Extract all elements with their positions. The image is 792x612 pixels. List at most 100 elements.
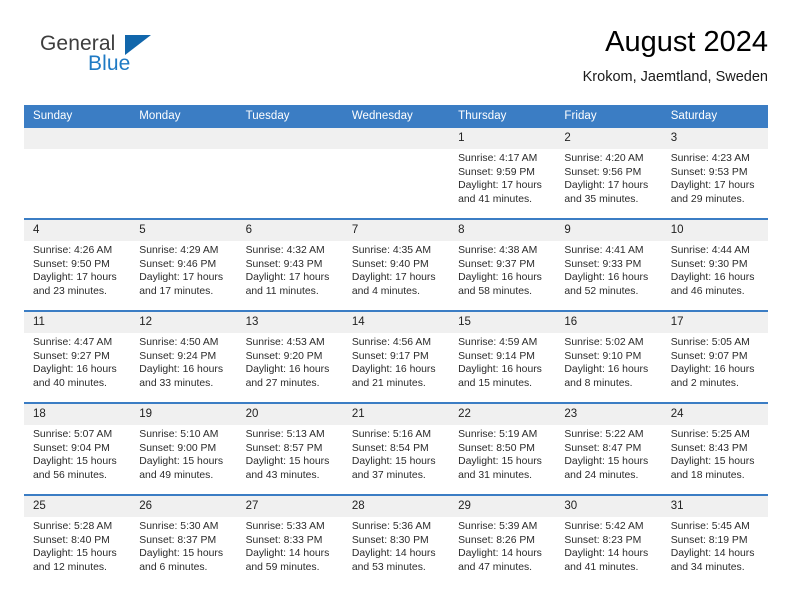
day-events: Sunrise: 4:56 AM Sunset: 9:17 PM Daylight:… <box>343 333 449 402</box>
calendar-day-cell[interactable]: 14 Sunrise: 4:56 AM Sunset: 9:17 PM Dayligh… <box>342 310 450 403</box>
calendar-day-cell[interactable]: 21 Sunrise: 5:16 AM Sunset: 8:54 PM Dayligh… <box>342 402 450 495</box>
sunrise-text: Sunrise: 5:02 AM <box>564 337 644 348</box>
sunrise-text: Sunrise: 5:33 AM <box>245 521 325 532</box>
sunset-text: Sunset: 9:56 PM <box>564 166 642 178</box>
day-events: Sunrise: 4:26 AM Sunset: 9:50 PM Daylight:… <box>24 241 130 310</box>
general-blue-logo[interactable]: General Blue <box>28 32 228 90</box>
sunrise-text: Sunrise: 4:23 AM <box>670 153 750 164</box>
daylight-text: Daylight: 15 hours and 24 minutes. <box>564 456 649 481</box>
sunset-text: Sunset: 9:00 PM <box>139 442 217 454</box>
daylight-text: Daylight: 15 hours and 49 minutes. <box>139 456 224 481</box>
weekday-header-friday: Friday <box>555 105 662 128</box>
day-events: Sunrise: 4:20 AM Sunset: 9:56 PM Daylight:… <box>555 149 661 218</box>
calendar-day-cell[interactable]: 3 Sunrise: 4:23 AM Sunset: 9:53 PM Daylight… <box>661 128 768 219</box>
day-number: 13 <box>236 312 343 333</box>
day-number: 4 <box>24 220 131 241</box>
weekday-header-saturday: Saturday <box>661 105 768 128</box>
day-events: Sunrise: 4:44 AM Sunset: 9:30 PM Daylight:… <box>662 241 768 310</box>
daylight-text: Daylight: 16 hours and 40 minutes. <box>33 364 117 389</box>
day-number: 6 <box>236 220 343 241</box>
daylight-text: Daylight: 17 hours and 29 minutes. <box>670 180 755 205</box>
calendar-day-cell[interactable]: 26 Sunrise: 5:30 AM Sunset: 8:37 PM Dayligh… <box>130 494 237 586</box>
daylight-text: Daylight: 16 hours and 21 minutes. <box>351 364 436 389</box>
sunrise-text: Sunrise: 4:26 AM <box>33 245 113 256</box>
sunrise-text: Sunrise: 4:17 AM <box>458 153 538 164</box>
day-events: Sunrise: 5:36 AM Sunset: 8:30 PM Daylight:… <box>343 517 449 586</box>
day-events: Sunrise: 5:33 AM Sunset: 8:33 PM Daylight:… <box>237 517 343 586</box>
day-number: 25 <box>24 496 131 517</box>
sunset-text: Sunset: 9:46 PM <box>139 258 217 270</box>
calendar-day-cell[interactable]: 2 Sunrise: 4:20 AM Sunset: 9:56 PM Daylight… <box>555 128 662 219</box>
day-number: 22 <box>449 404 556 425</box>
calendar-day-cell[interactable]: 7 Sunrise: 4:35 AM Sunset: 9:40 PM Daylight… <box>342 218 450 311</box>
sunrise-text: Sunrise: 4:44 AM <box>670 245 750 256</box>
day-number: 28 <box>342 496 450 517</box>
day-events: Sunrise: 5:07 AM Sunset: 9:04 PM Daylight:… <box>24 425 130 494</box>
calendar-day-cell[interactable]: 30 Sunrise: 5:42 AM Sunset: 8:23 PM Dayligh… <box>555 494 662 586</box>
calendar-day-cell[interactable]: 11 Sunrise: 4:47 AM Sunset: 9:27 PM Dayligh… <box>24 310 131 403</box>
day-events <box>130 149 236 218</box>
day-number: 10 <box>661 220 768 241</box>
day-number: 31 <box>661 496 768 517</box>
calendar-day-cell[interactable]: 20 Sunrise: 5:13 AM Sunset: 8:57 PM Dayligh… <box>236 402 343 495</box>
weekday-header-sunday: Sunday <box>24 105 131 128</box>
calendar-day-cell[interactable]: 27 Sunrise: 5:33 AM Sunset: 8:33 PM Dayligh… <box>236 494 343 586</box>
calendar-day-cell[interactable]: 22 Sunrise: 5:19 AM Sunset: 8:50 PM Dayligh… <box>449 402 556 495</box>
sunrise-text: Sunrise: 4:29 AM <box>139 245 219 256</box>
calendar-day-cell[interactable]: 17 Sunrise: 5:05 AM Sunset: 9:07 PM Dayligh… <box>661 310 768 403</box>
calendar-day-cell[interactable]: 19 Sunrise: 5:10 AM Sunset: 9:00 PM Dayligh… <box>130 402 237 495</box>
calendar-day-cell[interactable]: 23 Sunrise: 5:22 AM Sunset: 8:47 PM Dayligh… <box>555 402 662 495</box>
sunset-text: Sunset: 8:37 PM <box>139 534 217 546</box>
sunset-text: Sunset: 9:07 PM <box>670 350 748 362</box>
sunset-text: Sunset: 8:19 PM <box>670 534 748 546</box>
calendar-day-cell[interactable]: 12 Sunrise: 4:50 AM Sunset: 9:24 PM Dayligh… <box>130 310 237 403</box>
calendar-day-cell[interactable]: 15 Sunrise: 4:59 AM Sunset: 9:14 PM Dayligh… <box>449 310 556 403</box>
calendar-day-cell[interactable]: 25 Sunrise: 5:28 AM Sunset: 8:40 PM Dayligh… <box>24 494 131 586</box>
daylight-text: Daylight: 15 hours and 31 minutes. <box>458 456 542 481</box>
sunset-text: Sunset: 9:04 PM <box>33 442 110 454</box>
day-events: Sunrise: 5:02 AM Sunset: 9:10 PM Daylight:… <box>555 333 661 402</box>
day-events: Sunrise: 5:39 AM Sunset: 8:26 PM Daylight:… <box>449 517 555 586</box>
sunset-text: Sunset: 9:10 PM <box>564 350 642 362</box>
sunrise-text: Sunrise: 4:41 AM <box>564 245 644 256</box>
calendar-day-cell[interactable]: 28 Sunrise: 5:36 AM Sunset: 8:30 PM Dayligh… <box>342 494 450 586</box>
daylight-text: Daylight: 17 hours and 11 minutes. <box>245 272 330 297</box>
sunset-text: Sunset: 9:50 PM <box>33 258 110 270</box>
day-number <box>236 128 343 149</box>
day-events: Sunrise: 5:10 AM Sunset: 9:00 PM Daylight:… <box>130 425 236 494</box>
calendar-day-cell[interactable]: 16 Sunrise: 5:02 AM Sunset: 9:10 PM Dayligh… <box>555 310 662 403</box>
day-number: 5 <box>130 220 237 241</box>
calendar-day-cell[interactable]: 13 Sunrise: 4:53 AM Sunset: 9:20 PM Dayligh… <box>236 310 343 403</box>
calendar-day-cell[interactable]: 24 Sunrise: 5:25 AM Sunset: 8:43 PM Dayligh… <box>661 402 768 495</box>
calendar-day-cell[interactable]: 29 Sunrise: 5:39 AM Sunset: 8:26 PM Dayligh… <box>449 494 556 586</box>
calendar-day-cell[interactable]: 10 Sunrise: 4:44 AM Sunset: 9:30 PM Dayligh… <box>661 218 768 311</box>
calendar-day-cell[interactable]: 31 Sunrise: 5:45 AM Sunset: 8:19 PM Dayligh… <box>661 494 768 586</box>
day-number: 23 <box>555 404 662 425</box>
day-events: Sunrise: 4:59 AM Sunset: 9:14 PM Daylight:… <box>449 333 555 402</box>
calendar-day-cell[interactable]: 8 Sunrise: 4:38 AM Sunset: 9:37 PM Daylight… <box>449 218 556 311</box>
day-events: Sunrise: 4:35 AM Sunset: 9:40 PM Daylight:… <box>343 241 449 310</box>
sunset-text: Sunset: 9:37 PM <box>458 258 535 270</box>
sunrise-text: Sunrise: 5:05 AM <box>670 337 750 348</box>
calendar-day-cell[interactable]: 9 Sunrise: 4:41 AM Sunset: 9:33 PM Daylight… <box>555 218 662 311</box>
weekday-header-row: Sunday Monday Tuesday Wednesday Thursday Frid… <box>24 105 768 128</box>
day-number: 15 <box>449 312 556 333</box>
calendar-day-cell[interactable]: 6 Sunrise: 4:32 AM Sunset: 9:43 PM Daylight… <box>236 218 343 311</box>
day-events: Sunrise: 4:23 AM Sunset: 9:53 PM Daylight:… <box>662 149 768 218</box>
day-number: 30 <box>555 496 662 517</box>
calendar-day-cell[interactable]: 18 Sunrise: 5:07 AM Sunset: 9:04 PM Dayligh… <box>24 402 131 495</box>
day-events: Sunrise: 5:22 AM Sunset: 8:47 PM Daylight:… <box>555 425 661 494</box>
day-number: 29 <box>449 496 556 517</box>
calendar-day-cell[interactable]: 4 Sunrise: 4:26 AM Sunset: 9:50 PM Daylight… <box>24 218 131 311</box>
daylight-text: Daylight: 14 hours and 59 minutes. <box>245 548 330 573</box>
daylight-text: Daylight: 17 hours and 23 minutes. <box>33 272 117 297</box>
daylight-text: Daylight: 14 hours and 47 minutes. <box>458 548 542 573</box>
calendar-day-cell[interactable]: 5 Sunrise: 4:29 AM Sunset: 9:46 PM Daylight… <box>130 218 237 311</box>
sunrise-text: Sunrise: 4:53 AM <box>245 337 325 348</box>
sunrise-text: Sunrise: 5:25 AM <box>670 429 750 440</box>
daylight-text: Daylight: 17 hours and 4 minutes. <box>351 272 436 297</box>
calendar-day-cell[interactable]: 1 Sunrise: 4:17 AM Sunset: 9:59 PM Daylight… <box>449 128 556 219</box>
day-events: Sunrise: 5:45 AM Sunset: 8:19 PM Daylight:… <box>662 517 768 586</box>
sunset-text: Sunset: 8:40 PM <box>33 534 110 546</box>
sunset-text: Sunset: 9:20 PM <box>245 350 323 362</box>
